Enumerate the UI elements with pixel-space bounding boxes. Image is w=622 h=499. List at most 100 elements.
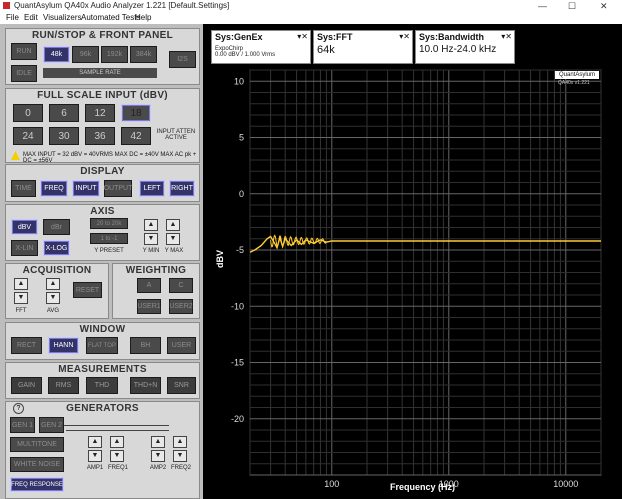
rate-384k-button[interactable]: 384k	[130, 46, 157, 63]
user1-button[interactable]: USER1	[137, 299, 161, 314]
left-button[interactable]: LEFT	[139, 180, 165, 197]
avg-down-arrow-icon[interactable]: ▼	[46, 292, 60, 304]
fft-up-arrow-icon[interactable]: ▲	[14, 278, 28, 290]
xlin-button[interactable]: X-LIN	[11, 240, 38, 256]
max-input-warning: MAX INPUT = 32 dBV = 40VRMS MAX DC = ±40…	[23, 152, 197, 164]
user2-button[interactable]: USER2	[169, 299, 193, 314]
fs-36-button[interactable]: 36	[85, 127, 115, 145]
menu-automated-tests[interactable]: Automated Tests	[81, 12, 140, 24]
fft-down-arrow-icon[interactable]: ▼	[14, 292, 28, 304]
ymax-up-arrow-icon[interactable]: ▲	[166, 219, 180, 231]
weighting-title: WEIGHTING	[125, 265, 187, 276]
help-icon[interactable]: ?	[13, 403, 24, 414]
ymin-down-arrow-icon[interactable]: ▼	[144, 233, 158, 245]
fs-12-button[interactable]: 12	[85, 104, 115, 122]
run-button[interactable]: RUN	[11, 43, 37, 60]
i2s-button[interactable]: I2S	[169, 51, 196, 68]
rms-button[interactable]: RMS	[48, 377, 79, 394]
input-button[interactable]: INPUT	[72, 180, 100, 197]
sample-rate-label: SAMPLE RATE	[43, 68, 157, 78]
brand-logo: QuantAsylum	[555, 71, 599, 79]
snr-button[interactable]: SNR	[167, 377, 196, 394]
minimize-button[interactable]: —	[538, 0, 547, 12]
amp1-up-arrow-icon[interactable]: ▲	[88, 436, 102, 448]
flattop-window-button[interactable]: FLAT TOP	[86, 337, 118, 354]
rate-96k-button[interactable]: 96k	[72, 46, 99, 63]
hann-window-button[interactable]: HANN	[48, 337, 79, 354]
frequency-plot[interactable]: 1050-5-10-15-20100 1000 10000	[203, 24, 622, 499]
dbv-button[interactable]: dBV	[11, 219, 38, 235]
time-button[interactable]: TIME	[11, 180, 36, 197]
y-tick-label: -5	[236, 245, 244, 255]
fs-30-button[interactable]: 30	[49, 127, 79, 145]
warning-icon	[11, 151, 20, 160]
measurements-panel: MEASUREMENTS GAIN RMS THD THD+N SNR	[5, 362, 200, 399]
menu-file[interactable]: File	[6, 12, 19, 24]
amp1-down-arrow-icon[interactable]: ▼	[88, 450, 102, 462]
gen1-connector-line	[64, 425, 169, 426]
right-button[interactable]: RIGHT	[169, 180, 195, 197]
menu-visualizers[interactable]: Visualizers	[43, 12, 82, 24]
axis-panel: AXIS dBV dBr X-LIN X-LOG 20 to 20k 1 to …	[5, 204, 200, 261]
axis-title: AXIS	[90, 206, 115, 217]
rate-48k-button[interactable]: 48k	[43, 46, 70, 63]
amp2-down-arrow-icon[interactable]: ▼	[151, 450, 165, 462]
reset-button[interactable]: RESET	[73, 282, 102, 298]
fullscale-panel: FULL SCALE INPUT (dBV) 0 6 12 18 24 30 3…	[5, 88, 200, 164]
weight-a-button[interactable]: A	[137, 278, 161, 293]
control-panel: RUN/STOP & FRONT PANEL RUN IDLE 48k 96k …	[0, 24, 203, 499]
user-window-button[interactable]: USER	[167, 337, 196, 354]
fs-42-button[interactable]: 42	[121, 127, 151, 145]
measurements-title: MEASUREMENTS	[58, 364, 147, 375]
avg-label: AVG	[46, 308, 60, 314]
fs-18-button[interactable]: 18	[121, 104, 151, 122]
idle-button[interactable]: IDLE	[11, 65, 37, 82]
fs-6-button[interactable]: 6	[49, 104, 79, 122]
gen1-button[interactable]: GEN 1	[10, 417, 35, 433]
fs-24-button[interactable]: 24	[13, 127, 43, 145]
freq2-up-arrow-icon[interactable]: ▲	[173, 436, 187, 448]
runstop-panel: RUN/STOP & FRONT PANEL RUN IDLE 48k 96k …	[5, 28, 200, 85]
freq-button[interactable]: FREQ	[40, 180, 68, 197]
fs-0-button[interactable]: 0	[13, 104, 43, 122]
window-panel-title: WINDOW	[79, 324, 126, 335]
freq2-down-arrow-icon[interactable]: ▼	[173, 450, 187, 462]
freq2-label: FREQ2	[171, 465, 192, 471]
menu-edit[interactable]: Edit	[24, 12, 38, 24]
y-tick-label: -10	[231, 301, 244, 311]
rect-window-button[interactable]: RECT	[11, 337, 42, 354]
freq1-label: FREQ1	[108, 465, 129, 471]
close-button[interactable]: ✕	[600, 0, 608, 12]
gain-button[interactable]: GAIN	[11, 377, 42, 394]
display-title: DISPLAY	[80, 166, 125, 177]
freq1-up-arrow-icon[interactable]: ▲	[110, 436, 124, 448]
preset-20-20k-button[interactable]: 20 to 20k	[90, 218, 128, 229]
ymin-label: Y MIN	[142, 248, 160, 254]
xlog-button[interactable]: X-LOG	[43, 240, 70, 256]
bh-window-button[interactable]: BH	[130, 337, 161, 354]
ymin-up-arrow-icon[interactable]: ▲	[144, 219, 158, 231]
freqresponse-button[interactable]: FREQ RESPONSE	[10, 477, 64, 492]
version-label: QA40x v1.221	[558, 80, 590, 86]
gen2-button[interactable]: GEN 2	[39, 417, 64, 433]
graph-area: Sys:GenEx ▾✕ ExpoChirp 0.00 dBV / 1.000 …	[203, 24, 622, 499]
x-axis-label: Frequency (Hz)	[390, 482, 456, 492]
dbr-button[interactable]: dBr	[43, 219, 70, 235]
maximize-button[interactable]: ☐	[568, 0, 576, 12]
freq1-down-arrow-icon[interactable]: ▼	[110, 450, 124, 462]
ymax-down-arrow-icon[interactable]: ▼	[166, 233, 180, 245]
avg-up-arrow-icon[interactable]: ▲	[46, 278, 60, 290]
input-atten-label: INPUT ATTEN ACTIVE	[156, 129, 196, 141]
weight-c-button[interactable]: C	[169, 278, 193, 293]
rate-192k-button[interactable]: 192k	[101, 46, 128, 63]
preset-1-to-minus1-button[interactable]: 1 to -1	[90, 233, 128, 244]
window-panel: WINDOW RECT HANN FLAT TOP BH USER	[5, 322, 200, 360]
thdn-button[interactable]: THD+N	[130, 377, 161, 394]
amp2-up-arrow-icon[interactable]: ▲	[151, 436, 165, 448]
title-bar: QuantAsylum QA40x Audio Analyzer 1.221 […	[0, 0, 622, 12]
multitone-button[interactable]: MULTITONE	[10, 437, 64, 452]
menu-help[interactable]: Help	[135, 12, 151, 24]
whitenoise-button[interactable]: WHITE NOISE	[10, 457, 64, 472]
output-button[interactable]: OUTPUT	[104, 180, 132, 197]
thd-button[interactable]: THD	[86, 377, 118, 394]
